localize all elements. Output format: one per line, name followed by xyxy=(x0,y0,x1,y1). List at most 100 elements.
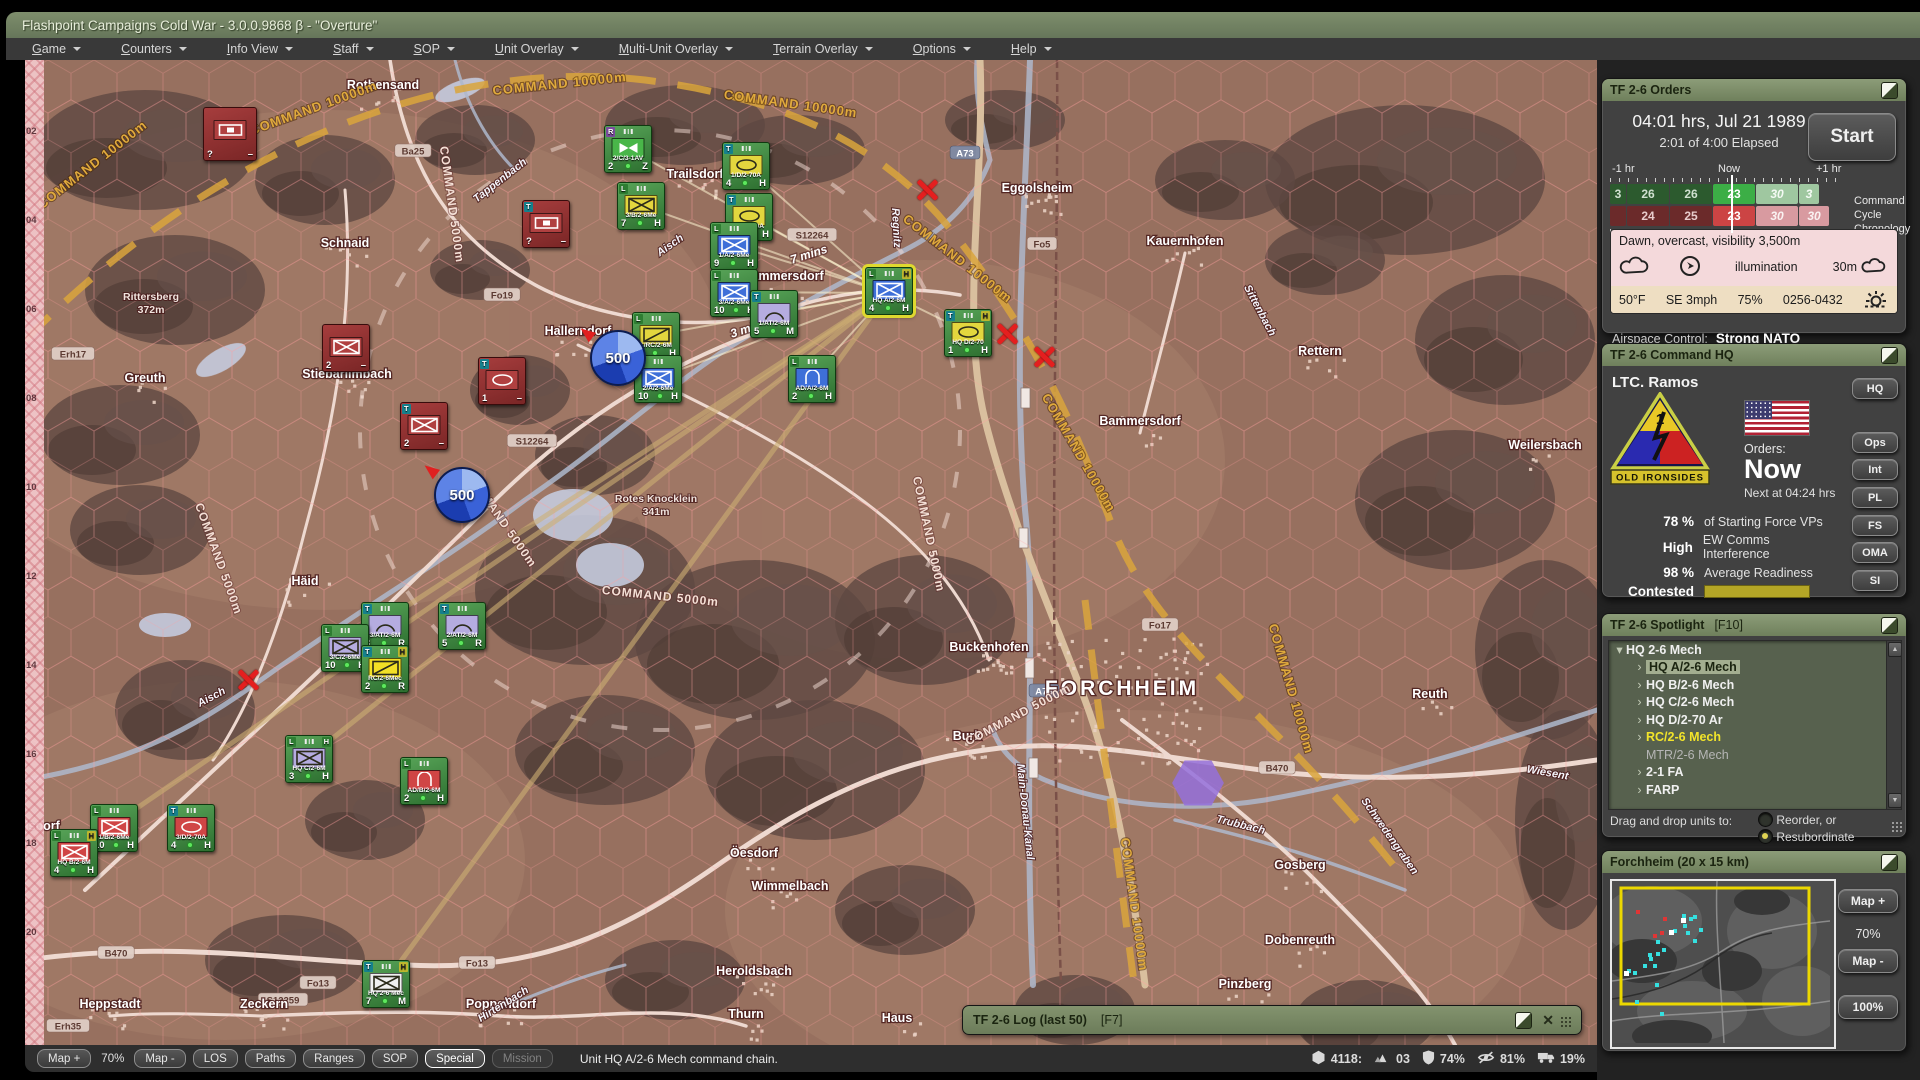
resize-grip-icon[interactable] xyxy=(1891,821,1902,832)
unit-strength: 3 xyxy=(289,772,294,782)
panel-collapse-icon[interactable] xyxy=(1881,82,1898,99)
chevron-icon[interactable]: › xyxy=(1633,765,1646,779)
radio-reorder[interactable]: Reorder, or xyxy=(1758,812,1836,827)
unit-counter[interactable]: LAD/A/2-6M2H xyxy=(788,355,836,403)
unit-counter[interactable]: LHHQ C/2-6M3H xyxy=(285,735,333,783)
unit-counter[interactable]: L3/B/2-6Me7H xyxy=(617,182,665,230)
chevron-icon[interactable]: › xyxy=(1633,783,1646,797)
scroll-up-icon[interactable]: ▲ xyxy=(1888,642,1902,657)
map-zoom-100-button[interactable]: 100% xyxy=(1838,995,1898,1019)
counter-corner-letter: T xyxy=(752,292,761,302)
hq-panel-header[interactable]: TF 2-6 Command HQ xyxy=(1602,344,1906,366)
unit-counter[interactable]: THRC/2-6Mec2R xyxy=(361,645,409,693)
menu-sop[interactable]: SOP xyxy=(402,42,483,56)
chevron-icon[interactable]: ▾ xyxy=(1613,642,1626,657)
unit-counter[interactable]: T2/AT/2-6M5R xyxy=(438,602,486,650)
menu-counters[interactable]: Counters xyxy=(109,42,215,56)
log-panel-bar[interactable]: TF 2-6 Log (last 50) [F7] ✕ xyxy=(962,1005,1582,1035)
enemy-counter[interactable]: T?– xyxy=(522,200,570,248)
artillery-mission-marker[interactable]: 500 xyxy=(434,467,490,523)
toolbar-special-button[interactable]: Special xyxy=(425,1049,485,1068)
chevron-icon[interactable]: › xyxy=(1633,730,1646,744)
enemy-counter[interactable]: 2– xyxy=(322,324,370,372)
hq-tab-oma[interactable]: OMA xyxy=(1852,542,1898,563)
toolbar-map--button[interactable]: Map - xyxy=(134,1049,185,1068)
minimap-panel-header[interactable]: Forchheim (20 x 15 km) xyxy=(1602,851,1906,873)
toolbar-los-button[interactable]: LOS xyxy=(193,1049,238,1068)
panel-collapse-icon[interactable] xyxy=(1881,347,1898,364)
unit-counter[interactable]: LAD/B/2-6M2H xyxy=(400,757,448,805)
chevron-icon[interactable]: › xyxy=(1633,713,1646,727)
tree-item-farp[interactable]: ›FARP xyxy=(1609,781,1901,799)
scrollbar[interactable]: ▲ ▼ xyxy=(1886,641,1901,809)
toolbar-map--button[interactable]: Map + xyxy=(37,1049,91,1068)
toolbar-paths-button[interactable]: Paths xyxy=(245,1049,296,1068)
tree-item-rc-2-6-mech[interactable]: ›RC/2-6 Mech xyxy=(1609,729,1901,747)
unit-strength: ? xyxy=(207,150,213,160)
map-viewport[interactable]: A73A73B470B470Ba25Fo19Fo10Erh17S12264S12… xyxy=(25,60,1597,1045)
command-hq-panel: TF 2-6 Command HQ LTC. Ramos 1 OLD IRONS… xyxy=(1601,343,1907,598)
chevron-icon[interactable]: › xyxy=(1633,660,1646,674)
hq-tab-fs[interactable]: FS xyxy=(1852,515,1898,536)
status-dot xyxy=(809,394,813,398)
unit-counter[interactable]: L1/A/2-6Me9H xyxy=(710,222,758,270)
unit-counter[interactable]: T1/D/2-70A4H xyxy=(722,142,770,190)
tree-item-hq-c-2-6-mech[interactable]: ›HQ C/2-6 Mech xyxy=(1609,694,1901,712)
scroll-down-icon[interactable]: ▼ xyxy=(1888,793,1902,808)
unit-counter[interactable]: THHQ 2-6 Mec7M xyxy=(362,960,410,1008)
unit-counter[interactable]: R2/C/3-1AV2Z xyxy=(604,125,652,173)
hq-tab-int[interactable]: Int xyxy=(1852,459,1898,480)
tree-item-hq-a-2-6-mech[interactable]: ›HQ A/2-6 Mech xyxy=(1609,659,1901,677)
unit-counter[interactable]: LHHQ A/2-6M4H xyxy=(865,267,913,315)
enemy-counter[interactable]: T1– xyxy=(478,357,526,405)
map-zoom-out-button[interactable]: Map - xyxy=(1838,949,1898,973)
menu-help[interactable]: Help xyxy=(999,42,1080,56)
chevron-icon[interactable]: › xyxy=(1633,678,1646,692)
artillery-mission-marker[interactable]: 500 xyxy=(590,330,646,386)
hq-tab-hq[interactable]: HQ xyxy=(1852,378,1898,399)
counter-corner-letter: T xyxy=(363,604,372,614)
tree-item-hq-2-6-mech[interactable]: ▾HQ 2-6 Mech xyxy=(1609,641,1901,659)
hq-tab-pl[interactable]: PL xyxy=(1852,487,1898,508)
unit-posture: H xyxy=(204,841,211,851)
resize-grip-icon[interactable] xyxy=(1560,1016,1571,1027)
orders-panel-header[interactable]: TF 2-6 Orders xyxy=(1602,79,1906,101)
minimap[interactable] xyxy=(1610,879,1836,1049)
map-zoom-in-button[interactable]: Map + xyxy=(1838,889,1898,913)
panel-collapse-icon[interactable] xyxy=(1515,1012,1532,1029)
panel-collapse-icon[interactable] xyxy=(1881,617,1898,634)
panel-collapse-icon[interactable] xyxy=(1881,854,1898,871)
toolbar-sop-button[interactable]: SOP xyxy=(372,1049,418,1068)
menu-unit-overlay[interactable]: Unit Overlay xyxy=(483,42,607,56)
menu-game[interactable]: Game xyxy=(20,42,109,56)
objective-hex-marker xyxy=(1171,759,1225,807)
close-icon[interactable]: ✕ xyxy=(1542,1013,1554,1027)
hq-tab-ops[interactable]: Ops xyxy=(1852,432,1898,453)
unit-counter[interactable]: T3/D/2-70A4H xyxy=(167,804,215,852)
chevron-icon[interactable]: › xyxy=(1633,695,1646,709)
svg-text:1: 1 xyxy=(1656,411,1664,428)
tree-item-hq-b-2-6-mech[interactable]: ›HQ B/2-6 Mech xyxy=(1609,676,1901,694)
counter-corner-letter: L xyxy=(619,184,628,194)
menu-staff[interactable]: Staff xyxy=(321,42,402,56)
menu-terrain-overlay[interactable]: Terrain Overlay xyxy=(761,42,901,56)
menu-options[interactable]: Options xyxy=(901,42,999,56)
spotlight-panel-header[interactable]: TF 2-6 Spotlight [F10] xyxy=(1602,614,1906,636)
tree-item-hq-d-2-70-ar[interactable]: ›HQ D/2-70 Ar xyxy=(1609,711,1901,729)
menu-multi-unit-overlay[interactable]: Multi-Unit Overlay xyxy=(607,42,761,56)
start-button[interactable]: Start xyxy=(1808,113,1896,161)
unit-counter[interactable]: THHQ D/2-701H xyxy=(944,309,992,357)
radio-resubordinate[interactable]: Resubordinate xyxy=(1758,829,1854,844)
counter-corner-letter: T xyxy=(480,359,489,369)
enemy-counter[interactable]: ?– xyxy=(203,107,257,161)
chevron-down-icon xyxy=(1044,47,1052,51)
hq-tab-si[interactable]: SI xyxy=(1852,570,1898,591)
enemy-counter[interactable]: T2– xyxy=(400,402,448,450)
unit-counter[interactable]: T1/AT/2-6M5M xyxy=(750,290,798,338)
unit-counter[interactable]: LHHQ B/2-6M4H xyxy=(50,829,98,877)
toolbar-ranges-button[interactable]: Ranges xyxy=(303,1049,365,1068)
stat-label: of Starting Force VPs xyxy=(1704,515,1823,529)
tree-item-2-1-fa[interactable]: ›2-1 FA xyxy=(1609,764,1901,782)
menu-info-view[interactable]: Info View xyxy=(215,42,321,56)
tree-item-mtr-2-6-mech[interactable]: MTR/2-6 Mech xyxy=(1609,746,1901,764)
